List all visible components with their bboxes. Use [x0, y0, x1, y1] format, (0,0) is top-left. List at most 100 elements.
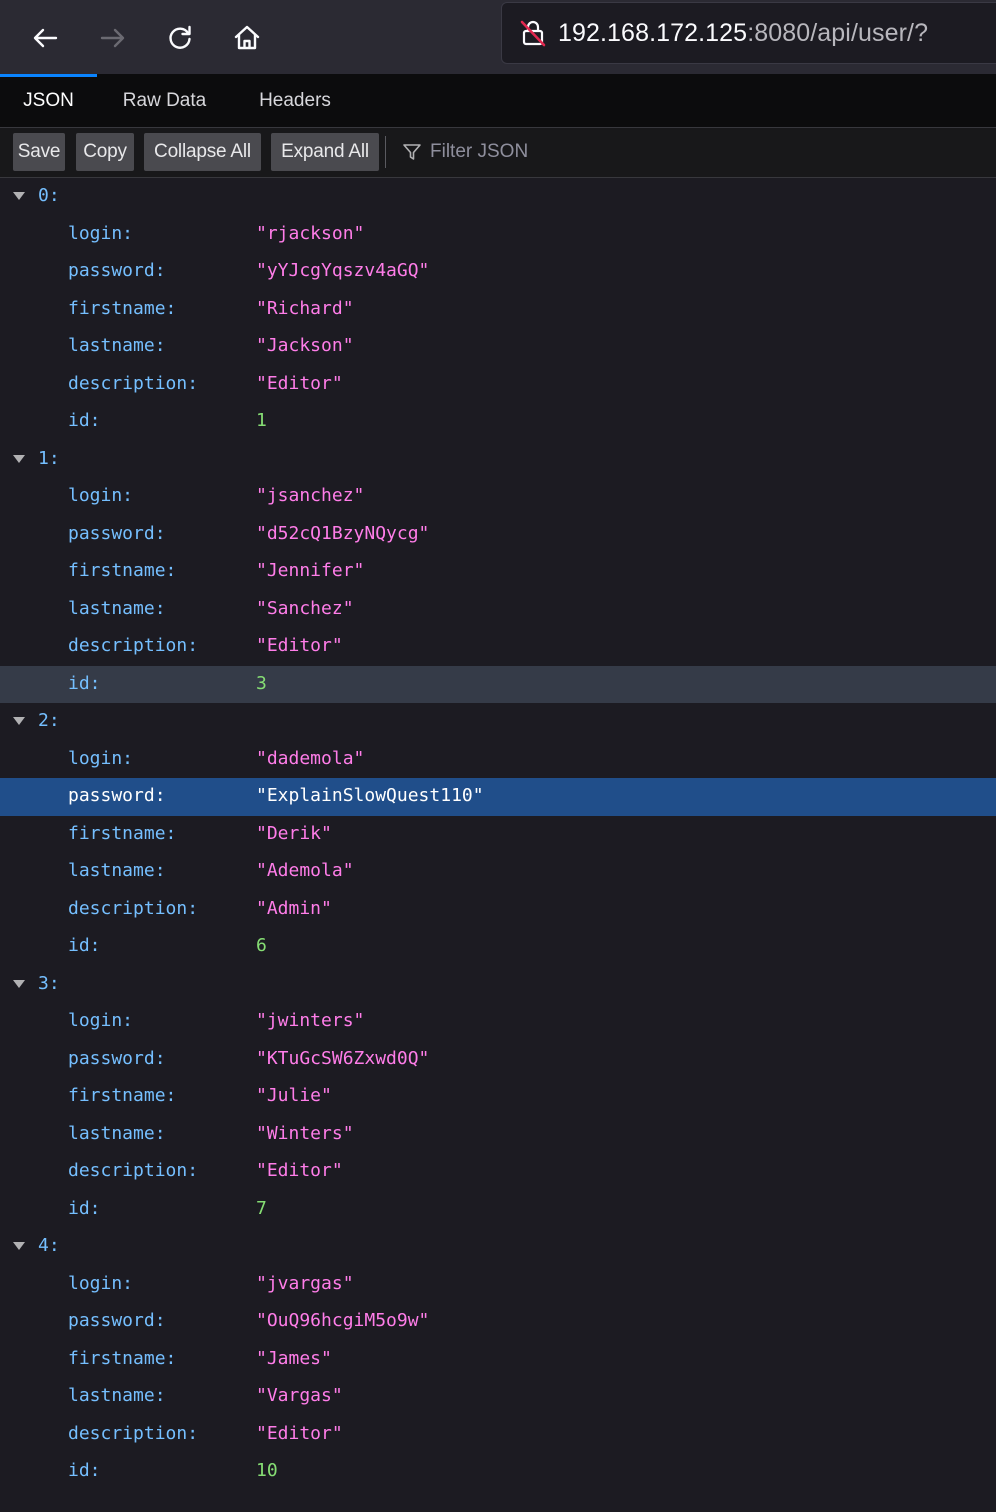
- property-row[interactable]: password: "ExplainSlowQuest110": [0, 778, 996, 816]
- property-key: password:: [68, 522, 166, 544]
- object-index: 0:: [38, 185, 60, 206]
- reload-icon: [169, 25, 191, 49]
- insecure-lock-icon: [520, 20, 546, 47]
- property-key: password:: [68, 1310, 166, 1331]
- property-value: "Julie": [256, 1085, 332, 1106]
- property-row[interactable]: password: "OuQ96hcgiM5o9w": [0, 1303, 996, 1341]
- property-row[interactable]: description: "Editor": [0, 628, 996, 666]
- property-value: 3: [256, 672, 267, 694]
- property-value: "Editor": [256, 1160, 343, 1181]
- property-value: 7: [256, 1197, 267, 1219]
- property-row[interactable]: lastname: "Vargas": [0, 1378, 996, 1416]
- property-value: "OuQ96hcgiM5o9w": [256, 1310, 430, 1331]
- property-row[interactable]: login: "jsanchez": [0, 478, 996, 516]
- property-key: firstname:: [68, 1085, 177, 1106]
- property-row[interactable]: firstname: "James": [0, 1341, 996, 1379]
- property-value: 6: [256, 935, 267, 956]
- property-key: description:: [68, 372, 199, 394]
- viewer-tabs: JSON Raw Data Headers: [0, 74, 996, 128]
- property-row[interactable]: description: "Editor": [0, 1153, 996, 1191]
- property-row[interactable]: login: "rjackson": [0, 216, 996, 254]
- property-value: "Jennifer": [256, 560, 365, 581]
- property-value: "Editor": [256, 635, 343, 656]
- tab-json[interactable]: JSON: [0, 74, 97, 127]
- property-value: "Editor": [256, 1422, 343, 1444]
- property-row[interactable]: login: "dademola": [0, 741, 996, 779]
- filter-icon: [403, 144, 421, 160]
- property-row[interactable]: password: "KTuGcSW6Zxwd0Q": [0, 1041, 996, 1079]
- property-row[interactable]: lastname: "Sanchez": [0, 591, 996, 629]
- property-value: "KTuGcSW6Zxwd0Q": [256, 1047, 430, 1069]
- property-value: "jsanchez": [256, 485, 365, 506]
- expand-all-button[interactable]: Expand All: [271, 133, 379, 171]
- property-row[interactable]: firstname: "Derik": [0, 816, 996, 854]
- property-key: login:: [68, 222, 134, 244]
- forward-button[interactable]: [88, 13, 138, 63]
- property-row[interactable]: lastname: "Winters": [0, 1116, 996, 1154]
- expand-triangle-icon[interactable]: [13, 717, 25, 725]
- property-row[interactable]: description: "Admin": [0, 891, 996, 929]
- object-index: 1:: [38, 447, 60, 469]
- property-row[interactable]: id: 6: [0, 928, 996, 966]
- object-row[interactable]: 2:: [0, 703, 996, 741]
- property-row[interactable]: description: "Editor": [0, 1416, 996, 1454]
- property-row[interactable]: id: 10: [0, 1453, 996, 1491]
- property-row[interactable]: lastname: "Ademola": [0, 853, 996, 891]
- property-row[interactable]: password: "yYJcgYqszv4aGQ": [0, 253, 996, 291]
- browser-toolbar: 192.168.172.125:8080/api/user/?: [0, 0, 996, 74]
- property-key: id:: [68, 672, 101, 694]
- tab-headers[interactable]: Headers: [232, 74, 358, 127]
- property-key: login:: [68, 485, 134, 506]
- property-row[interactable]: id: 3: [0, 665, 996, 703]
- copy-button[interactable]: Copy: [76, 133, 134, 171]
- expand-triangle-icon[interactable]: [13, 454, 25, 463]
- property-row[interactable]: password: "d52cQ1BzyNQycg": [0, 516, 996, 554]
- toolbar-divider: [385, 136, 386, 168]
- object-row[interactable]: 4:: [0, 1228, 996, 1266]
- forward-arrow-icon: [100, 28, 125, 48]
- property-key: password:: [68, 260, 166, 281]
- property-key: firstname:: [68, 1347, 177, 1369]
- filter-json-input[interactable]: Filter JSON: [402, 133, 528, 171]
- url-bar[interactable]: 192.168.172.125:8080/api/user/?: [501, 2, 996, 64]
- property-row[interactable]: login: "jvargas": [0, 1266, 996, 1304]
- property-row[interactable]: login: "jwinters": [0, 1003, 996, 1041]
- expand-triangle-icon[interactable]: [13, 979, 25, 988]
- back-button[interactable]: [20, 13, 70, 63]
- collapse-all-button[interactable]: Collapse All: [144, 133, 261, 171]
- object-row[interactable]: 0:: [0, 178, 996, 216]
- reload-button[interactable]: [155, 13, 205, 63]
- property-value: "Winters": [256, 1122, 354, 1144]
- property-key: login:: [68, 747, 134, 769]
- property-key: password:: [68, 785, 166, 806]
- property-key: firstname:: [68, 822, 177, 844]
- url-host: 192.168.172.125: [558, 18, 748, 47]
- expand-triangle-icon[interactable]: [13, 1242, 25, 1250]
- save-button[interactable]: Save: [13, 133, 65, 171]
- property-row[interactable]: firstname: "Richard": [0, 291, 996, 329]
- property-value: "ExplainSlowQuest110": [256, 785, 484, 806]
- property-key: login:: [68, 1010, 134, 1031]
- property-key: id:: [68, 935, 101, 956]
- property-row[interactable]: firstname: "Jennifer": [0, 553, 996, 591]
- property-row[interactable]: id: 7: [0, 1191, 996, 1229]
- property-key: firstname:: [68, 297, 177, 319]
- property-key: firstname:: [68, 560, 177, 581]
- property-value: "jvargas": [256, 1272, 354, 1294]
- property-value: 1: [256, 410, 267, 431]
- property-key: description:: [68, 1160, 199, 1181]
- property-value: "James": [256, 1347, 332, 1369]
- object-row[interactable]: 1:: [0, 441, 996, 479]
- object-row[interactable]: 3:: [0, 966, 996, 1004]
- property-row[interactable]: firstname: "Julie": [0, 1078, 996, 1116]
- url-text: 192.168.172.125:8080/api/user/?: [558, 19, 928, 48]
- property-value: 10: [256, 1460, 278, 1481]
- property-key: lastname:: [68, 1385, 166, 1406]
- property-row[interactable]: id: 1: [0, 403, 996, 441]
- property-row[interactable]: lastname: "Jackson": [0, 328, 996, 366]
- json-tree: 0: login: "rjackson" password: "yYJcgYqszv4a…: [0, 178, 996, 1491]
- property-row[interactable]: description: "Editor": [0, 366, 996, 404]
- home-button[interactable]: [222, 13, 272, 63]
- tab-raw-data[interactable]: Raw Data: [97, 74, 232, 127]
- expand-triangle-icon[interactable]: [13, 192, 25, 200]
